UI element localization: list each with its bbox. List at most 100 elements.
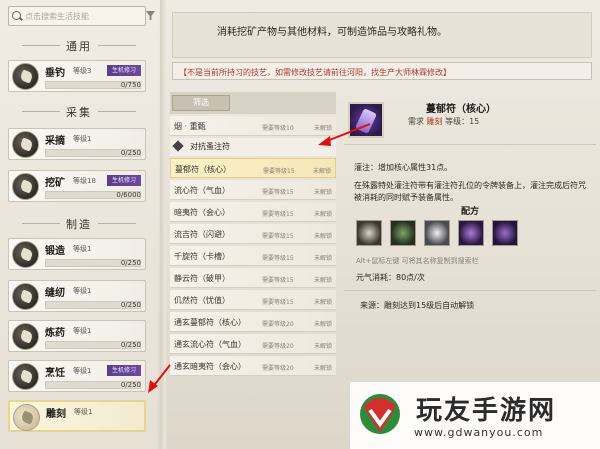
- skill-progress-text: 0/6000: [116, 191, 141, 199]
- skill-badge: 生机修习: [107, 365, 141, 376]
- filter-icon[interactable]: [146, 11, 155, 20]
- skill-level: 等级1: [73, 367, 92, 375]
- recipe-requirement: 需要等级15: [262, 299, 294, 306]
- search-placeholder: 点击搜索生活技能: [25, 12, 89, 21]
- req-prefix: 需求: [408, 117, 424, 126]
- skill-level: 等级3: [73, 67, 92, 75]
- skill-progress-text: 0/250: [120, 259, 141, 267]
- recipe-requirement: 需要等级20: [262, 365, 294, 372]
- recipe-row[interactable]: 通玄流心符（气血） 需要等级20 未解锁: [170, 334, 336, 354]
- recipe-status: 未解锁: [313, 321, 332, 328]
- recipe-group-title: 对抗蚤注符: [190, 142, 230, 151]
- recipe-title: 蔓郁符（核心）: [426, 104, 496, 115]
- recipe-name: 仉然符（忧值）: [174, 296, 230, 305]
- recipe-requirement: 需要等级20: [262, 343, 294, 350]
- divider: [344, 290, 596, 291]
- recipe-status: 未解锁: [312, 168, 331, 175]
- anvil-icon: [12, 241, 39, 268]
- copy-tip: Alt+鼠标左键 可将其名称复制到搜索栏: [356, 257, 479, 265]
- recipe-requirement: 需要等级15: [262, 277, 294, 284]
- pickaxe-icon: [12, 173, 39, 200]
- material-slot[interactable]: [424, 220, 450, 246]
- recipe-name: 通玄蔓郁符（核心）: [174, 318, 246, 327]
- recipe-name: 暗夷符（会心）: [174, 208, 230, 217]
- recipe-row[interactable]: 流吉符（闪避） 需要等级15 未解锁: [170, 224, 336, 244]
- skill-description: 消耗挖矿产物与其他材料，可制造饰品与攻略礼物。: [217, 27, 447, 38]
- recipe-row[interactable]: 通玄暗夷符（会心） 需要等级20 未解锁: [170, 356, 336, 376]
- recipe-row[interactable]: 通玄蔓郁符（核心） 需要等级20 未解锁: [170, 312, 336, 332]
- recipe-name: 通玄暗夷符（会心）: [174, 362, 246, 371]
- skill-sidebar: 点击搜索生活技能 通用 垂钓 等级3 生机修习 0/750 采集 采摘 等级1 …: [0, 0, 158, 449]
- skill-progress-text: 0/250: [120, 301, 141, 309]
- skill-progress-text: 0/250: [120, 381, 141, 389]
- filter-bar: 筛选: [170, 92, 336, 114]
- recipe-row[interactable]: 蔓郁符（核心） 需要等级15 未解锁: [170, 158, 336, 178]
- skill-level: 等级1: [73, 135, 92, 143]
- recipe-status: 未解锁: [313, 365, 332, 372]
- recipe-name: 烟 · 重甄: [174, 122, 206, 131]
- skill-progress-text: 0/250: [120, 341, 141, 349]
- req-skill: 雕刻: [426, 117, 443, 126]
- needle-icon: [12, 283, 39, 310]
- material-slot[interactable]: [458, 220, 484, 246]
- skill-search-input[interactable]: 点击搜索生活技能: [8, 6, 155, 26]
- skill-item-carving[interactable]: 雕刻 等级1: [8, 400, 146, 432]
- skill-description-panel: 消耗挖矿产物与其他材料，可制造饰品与攻略礼物。: [172, 12, 592, 58]
- app-window: 点击搜索生活技能 通用 垂钓 等级3 生机修习 0/750 采集 采摘 等级1 …: [0, 0, 600, 449]
- recipe-status: 未解锁: [313, 299, 332, 306]
- recipe-name: 流心符（气血）: [174, 186, 230, 195]
- recipe-row[interactable]: 暗夷符（会心） 需要等级15 未解锁: [170, 202, 336, 222]
- skill-item-fishing[interactable]: 垂钓 等级3 生机修习 0/750: [8, 60, 146, 92]
- fishing-icon: [12, 63, 39, 90]
- recipe-name: 千旋符（卡槽）: [174, 252, 230, 261]
- recipe-list: 筛选 烟 · 重甄 需要等级10 未解锁 对抗蚤注符 蔓郁符（核心） 需要等级15…: [170, 92, 336, 449]
- brand-logo: [360, 394, 400, 434]
- cauldron-icon: [12, 323, 39, 350]
- skill-badge: 生机修习: [107, 175, 141, 186]
- skill-name: 烹饪: [45, 368, 65, 379]
- skill-name: 炼药: [45, 328, 65, 339]
- watermark-url: www.gdwanyou.com: [414, 426, 544, 439]
- panel-divider: [160, 0, 166, 449]
- skill-item-cooking[interactable]: 烹饪 等级1 生机修习 0/250: [8, 360, 146, 392]
- skill-name: 锻造: [45, 246, 65, 257]
- skill-item-forging[interactable]: 锻造 等级1 0/250: [8, 238, 146, 270]
- recipe-row[interactable]: 流心符（气血） 需要等级15 未解锁: [170, 180, 336, 200]
- category-general: 通用: [0, 38, 158, 54]
- skill-level: 等级18: [73, 177, 96, 185]
- filter-button[interactable]: 筛选: [172, 95, 230, 111]
- carving-knife-icon: [13, 404, 40, 431]
- skill-progress-text: 0/250: [120, 149, 141, 157]
- skill-item-picking[interactable]: 采摘 等级1 0/250: [8, 128, 146, 160]
- skill-item-sewing[interactable]: 缝纫 等级1 0/250: [8, 280, 146, 312]
- recipe-row[interactable]: 千旋符（卡槽） 需要等级15 未解锁: [170, 246, 336, 266]
- divider: [344, 144, 596, 145]
- recipe-name: 流吉符（闪避）: [174, 230, 230, 239]
- skill-name: 垂钓: [45, 68, 65, 79]
- skill-level: 等级1: [74, 408, 93, 416]
- skill-level: 等级1: [73, 287, 92, 295]
- recipe-row[interactable]: 仉然符（忧值） 需要等级15 未解锁: [170, 290, 336, 310]
- category-gather: 采集: [0, 104, 158, 120]
- skill-item-alchemy[interactable]: 炼药 等级1 0/250: [8, 320, 146, 352]
- skill-level: 等级1: [73, 245, 92, 253]
- recipe-requirement: 需要等级20: [262, 321, 294, 328]
- recipe-row[interactable]: 静云符（破甲） 需要等级15 未解锁: [170, 268, 336, 288]
- recipe-status: 未解锁: [313, 277, 332, 284]
- material-slot[interactable]: [390, 220, 416, 246]
- talisman-icon: [348, 102, 384, 138]
- material-slot[interactable]: [492, 220, 518, 246]
- recipe-cost: 元气消耗：80点/次: [356, 273, 425, 282]
- req-level: 等级：15: [445, 117, 480, 126]
- recipe-status: 未解锁: [313, 255, 332, 262]
- leaf-icon: [12, 131, 39, 158]
- watermark-brand: 玩友手游网: [416, 396, 557, 426]
- recipe-group-header[interactable]: 对抗蚤注符: [170, 138, 336, 156]
- skill-item-mining[interactable]: 挖矿 等级18 生机修习 0/6000: [8, 170, 146, 202]
- recipe-materials-heading: 配方: [460, 207, 479, 217]
- search-icon: [12, 11, 21, 20]
- recipe-name: 通玄流心符（气血）: [174, 340, 246, 349]
- recipe-requirement: 需要等级15: [262, 255, 294, 262]
- recipe-row[interactable]: 烟 · 重甄 需要等级10 未解锁: [170, 116, 336, 136]
- material-slot[interactable]: [356, 220, 382, 246]
